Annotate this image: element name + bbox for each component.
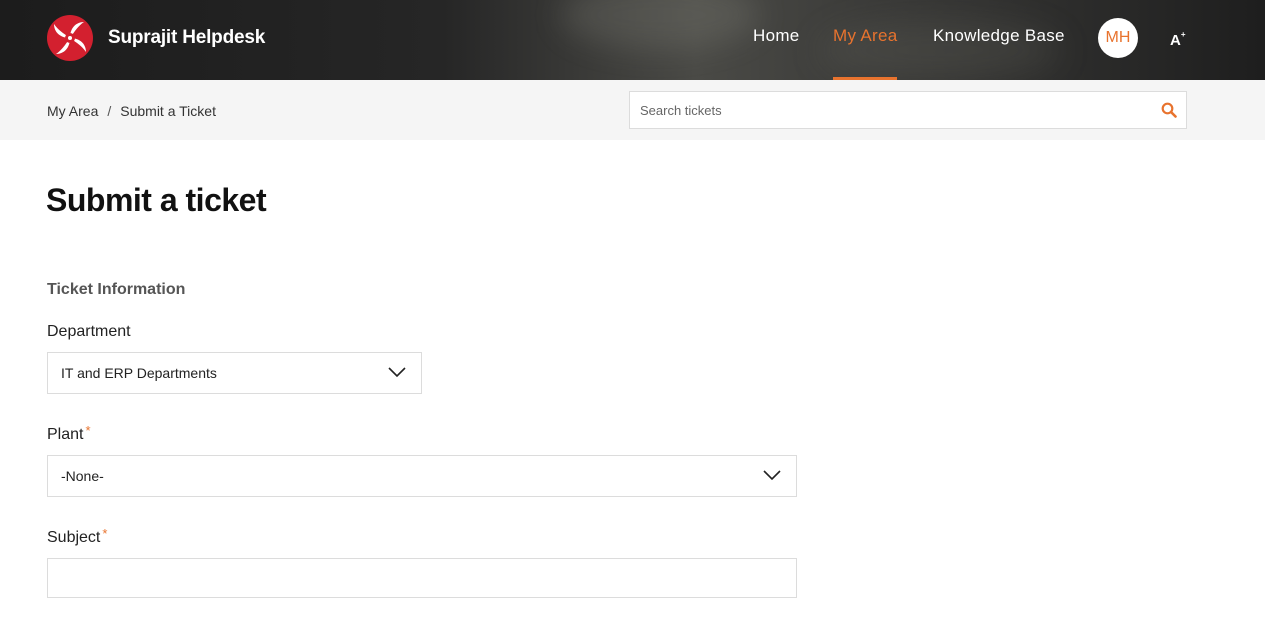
required-marker: *	[85, 423, 91, 438]
breadcrumb-my-area[interactable]: My Area	[47, 80, 98, 140]
top-navbar: Suprajit Helpdesk Home My Area Knowledge…	[0, 0, 1265, 80]
nav-my-area[interactable]: My Area	[833, 0, 898, 80]
user-avatar[interactable]: MH	[1098, 18, 1138, 58]
nav-knowledge-base[interactable]: Knowledge Base	[933, 0, 1065, 80]
brand-logo-icon	[47, 15, 93, 61]
search-input[interactable]	[630, 92, 1150, 128]
department-label: Department	[47, 323, 131, 340]
breadcrumb-separator: /	[107, 103, 112, 119]
font-size-toggle-icon[interactable]: A+	[1170, 26, 1190, 49]
required-marker: *	[102, 526, 108, 541]
plant-selected-value: -None-	[61, 468, 104, 484]
breadcrumb-bar: My Area / Submit a Ticket	[0, 80, 1265, 140]
plant-label: Plant *	[47, 423, 91, 443]
subject-input[interactable]	[47, 558, 797, 598]
page-title: Submit a ticket	[46, 182, 267, 218]
chevron-down-icon	[388, 367, 406, 378]
breadcrumb-current: Submit a Ticket	[120, 103, 216, 119]
search-box	[629, 91, 1187, 129]
breadcrumb: My Area / Submit a Ticket	[47, 80, 216, 140]
chevron-down-icon	[763, 470, 781, 481]
section-title: Ticket Information	[47, 281, 186, 298]
brand-name: Suprajit Helpdesk	[108, 27, 266, 48]
brand-link[interactable]: Suprajit Helpdesk	[46, 14, 265, 62]
search-icon[interactable]	[1161, 102, 1177, 118]
nav-home[interactable]: Home	[753, 0, 800, 80]
header-background-blur	[560, 0, 760, 50]
department-selected-value: IT and ERP Departments	[61, 365, 217, 381]
department-select[interactable]: IT and ERP Departments	[47, 352, 422, 394]
plant-select[interactable]: -None-	[47, 455, 797, 497]
subject-label: Subject *	[47, 526, 108, 546]
